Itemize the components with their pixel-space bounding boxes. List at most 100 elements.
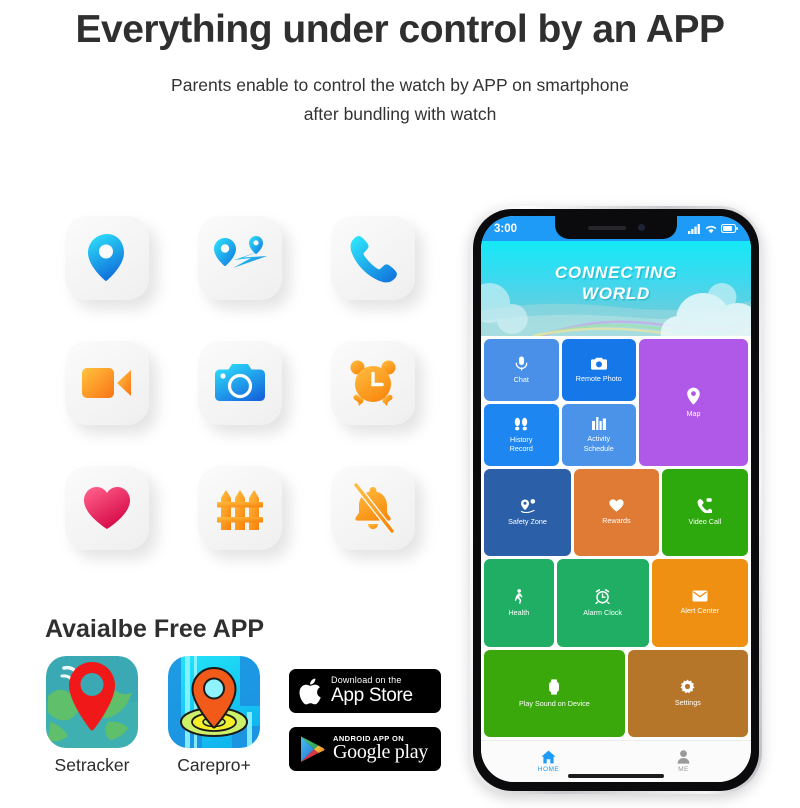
alarm-clock-icon xyxy=(595,588,610,604)
tile-label: Remote Photo xyxy=(575,373,622,383)
home-icon xyxy=(541,750,556,764)
phone-video-icon xyxy=(697,498,713,514)
store-badges: Download on the App Store ANDROID APP ON… xyxy=(289,669,441,771)
watch-icon xyxy=(549,679,560,695)
envelope-icon xyxy=(692,590,708,602)
app-banner: CONNECTING WORLD xyxy=(481,241,751,336)
app-store-badge[interactable]: Download on the App Store xyxy=(289,669,441,713)
gear-icon xyxy=(680,679,695,694)
status-time: 3:00 xyxy=(494,222,518,235)
tile-map[interactable]: Map xyxy=(639,339,748,466)
tile-label: Safety Zone xyxy=(508,516,547,526)
tile-label: Alert Center xyxy=(680,606,719,616)
feature-icon-cell xyxy=(40,466,173,591)
tile-chat[interactable]: Chat xyxy=(484,339,559,401)
heart-icon xyxy=(64,466,149,550)
bell-off-icon xyxy=(331,466,416,550)
heart-icon xyxy=(609,499,624,513)
phone-screen: 3:00 CONNECTING WORLD Chat Remote Photo … xyxy=(481,216,751,782)
tile-health[interactable]: Health xyxy=(484,559,554,647)
phone-notch xyxy=(555,216,677,239)
wifi-icon xyxy=(705,225,717,233)
geofence-pin-icon xyxy=(520,499,535,513)
tile-label: Rewards xyxy=(602,516,631,526)
setracker-app-icon xyxy=(46,656,138,748)
battery-icon xyxy=(721,224,738,233)
tile-history-record[interactable]: History Record xyxy=(484,404,559,466)
tile-label: Alarm Clock xyxy=(583,607,622,617)
tile-remote-photo[interactable]: Remote Photo xyxy=(561,339,636,401)
tile-label: Activity Schedule xyxy=(583,434,614,453)
tile-label: Video Call xyxy=(688,517,722,527)
tile-label: Map xyxy=(686,408,701,418)
tile-alarm-clock[interactable]: Alarm Clock xyxy=(556,559,649,647)
tile-row: Chat Remote Photo xyxy=(484,339,636,401)
app-carepro[interactable]: Carepro+ xyxy=(164,656,264,776)
carepro-app-icon xyxy=(168,656,260,748)
tile-settings[interactable]: Settings xyxy=(627,649,748,737)
fence-icon xyxy=(197,466,282,550)
feature-icon-cell xyxy=(307,216,440,341)
tile-safety-zone[interactable]: Safety Zone xyxy=(484,469,572,557)
page-subtitle-line2: after bundling with watch xyxy=(303,103,497,124)
google-play-badge[interactable]: ANDROID APP ON Google play xyxy=(289,727,441,771)
free-app-title: Avaialbe Free APP xyxy=(45,615,265,643)
feature-icon-cell xyxy=(307,466,440,591)
banner-title-line2: WORLD xyxy=(581,283,651,303)
tile-label: Play Sound on Device xyxy=(519,698,590,708)
home-indicator xyxy=(568,774,664,778)
tile-row: History Record Activity Schedule xyxy=(484,404,636,466)
bar-chart-icon xyxy=(591,417,606,431)
tile-video-call[interactable]: Video Call xyxy=(661,469,748,557)
feature-icon-cell xyxy=(173,341,306,466)
nav-item-label: HOME xyxy=(537,766,560,773)
app-caption: Setracker xyxy=(54,755,130,775)
footprints-icon xyxy=(515,417,528,431)
feature-icon-cell xyxy=(307,341,440,466)
google-play-badge-text: ANDROID APP ON Google play xyxy=(333,734,429,764)
walking-icon xyxy=(514,588,523,604)
feature-icon-cell xyxy=(173,466,306,591)
phone-call-icon xyxy=(331,216,416,300)
person-icon xyxy=(677,750,690,764)
feature-icon-cell xyxy=(40,341,173,466)
page-subtitle: Parents enable to control the watch by A… xyxy=(0,71,800,129)
front-camera-icon xyxy=(637,224,645,231)
tile-label: History Record xyxy=(509,434,533,453)
location-pin-icon xyxy=(64,216,149,300)
banner-title: CONNECTING WORLD xyxy=(481,263,751,304)
tile-label: Chat xyxy=(513,374,529,384)
feature-icon-cell xyxy=(173,216,306,341)
banner-title-line1: CONNECTING xyxy=(554,263,678,282)
map-pin-icon xyxy=(687,387,700,405)
microphone-icon xyxy=(515,356,528,371)
camera-icon xyxy=(590,357,607,370)
app-store-badge-big: App Store xyxy=(331,684,413,706)
tile-play-sound-on-device[interactable]: Play Sound on Device xyxy=(484,649,625,737)
video-camera-icon xyxy=(64,341,149,425)
app-setracker[interactable]: Setracker xyxy=(42,656,142,776)
alarm-clock-icon xyxy=(331,341,416,425)
feature-icon-cell xyxy=(40,216,173,341)
tile-activity-schedule[interactable]: Activity Schedule xyxy=(561,404,636,466)
nav-item-label: ME xyxy=(678,766,689,773)
route-map-icon xyxy=(197,216,282,300)
tile-label: Health xyxy=(508,607,530,617)
apple-logo-icon xyxy=(299,678,321,704)
feature-icon-grid xyxy=(40,216,440,591)
signal-bars-icon xyxy=(688,223,700,234)
camera-icon xyxy=(197,341,282,425)
google-play-badge-big: Google play xyxy=(333,741,429,764)
smartphone-mockup: 3:00 CONNECTING WORLD Chat Remote Photo … xyxy=(470,206,762,794)
page-subtitle-line1: Parents enable to control the watch by A… xyxy=(171,74,629,95)
app-tile-grid: Chat Remote Photo History Record Activit… xyxy=(481,336,751,740)
tile-alert-center[interactable]: Alert Center xyxy=(651,559,748,647)
tile-row-middle: Safety Zone Rewards Video Call xyxy=(484,469,748,557)
tile-row-top: Chat Remote Photo History Record Activit… xyxy=(484,339,748,466)
status-icon-group xyxy=(688,223,738,234)
tile-rewards[interactable]: Rewards xyxy=(574,469,659,557)
app-caption: Carepro+ xyxy=(177,755,251,775)
tile-label: Settings xyxy=(674,698,701,708)
tile-block-left: Chat Remote Photo History Record Activit… xyxy=(484,339,636,466)
page-title: Everything under control by an APP xyxy=(75,8,726,51)
